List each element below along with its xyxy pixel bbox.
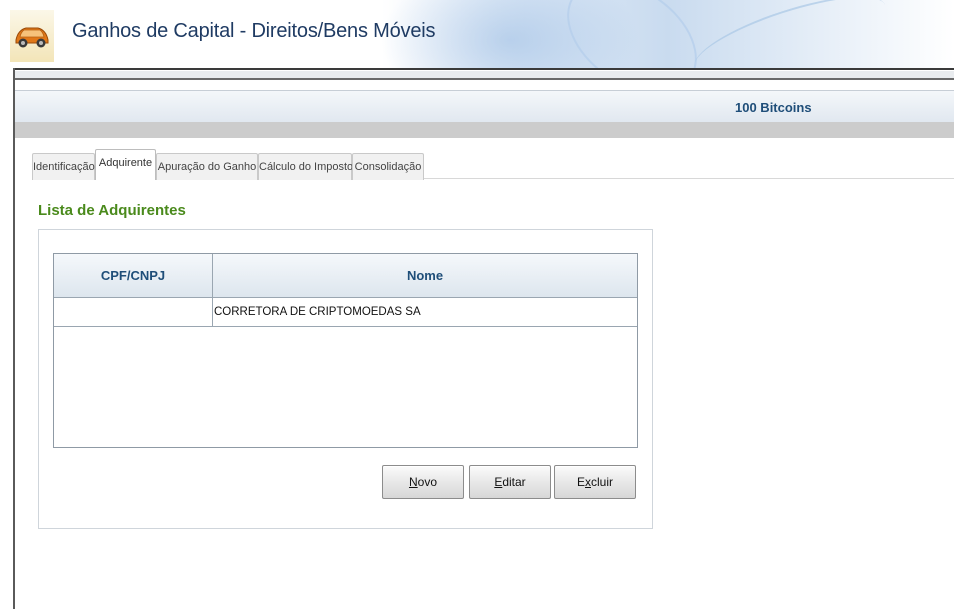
frame-border (10, 78, 954, 80)
tab-calculo-do-imposto[interactable]: Cálculo do Imposto (258, 153, 353, 180)
novo-mnemonic: N (408, 475, 418, 489)
excluir-button[interactable]: Excluir (554, 465, 636, 499)
tab-consolidacao[interactable]: Consolidação (352, 153, 424, 180)
separator-band (15, 122, 954, 138)
app-header: Ganhos de Capital - Direitos/Bens Móveis (0, 0, 954, 68)
car-icon (10, 10, 54, 62)
info-bar: 100 Bitcoins (15, 90, 954, 123)
frame-border (13, 68, 954, 70)
editar-button[interactable]: Editar (469, 465, 551, 499)
excluir-label-start: E (576, 475, 585, 489)
adquirentes-panel: CPF/CNPJ Nome CORRETORA DE CRIPTOMOEDAS … (38, 229, 653, 529)
table-row[interactable]: CORRETORA DE CRIPTOMOEDAS SA (54, 298, 637, 327)
section-title: Lista de Adquirentes (38, 202, 186, 219)
tab-apuracao-do-ganho[interactable]: Apuração do Ganho (156, 153, 258, 180)
window-title: Ganhos de Capital - Direitos/Bens Móveis (72, 20, 436, 42)
column-header-nome[interactable]: Nome (213, 254, 637, 297)
asset-description: 100 Bitcoins (735, 100, 812, 115)
header-decoration (686, 0, 894, 68)
editar-label: ditar (502, 475, 526, 489)
frame-border (13, 68, 15, 609)
excluir-label: cluir (591, 475, 614, 489)
tab-identificacao[interactable]: Identificação (32, 153, 95, 180)
column-header-cpf-cnpj[interactable]: CPF/CNPJ (54, 254, 212, 297)
adquirentes-table: CPF/CNPJ Nome CORRETORA DE CRIPTOMOEDAS … (53, 253, 638, 448)
tab-adquirente[interactable]: Adquirente (95, 149, 156, 180)
column-divider (212, 298, 213, 326)
novo-label: ovo (417, 475, 438, 489)
frame-left (0, 68, 14, 609)
table-header: CPF/CNPJ Nome (54, 254, 637, 298)
cell-cpf-cnpj (58, 298, 208, 326)
novo-button[interactable]: Novo (382, 465, 464, 499)
cell-nome: CORRETORA DE CRIPTOMOEDAS SA (214, 306, 421, 318)
